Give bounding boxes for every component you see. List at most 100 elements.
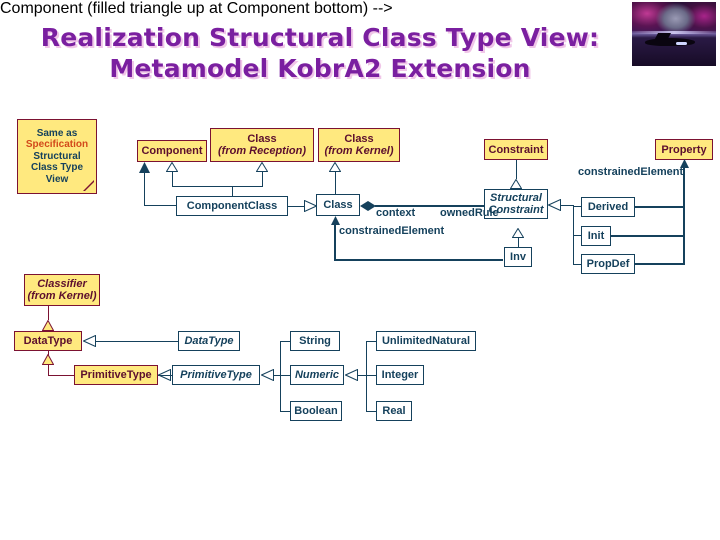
class-box-datatype-name: DataType (184, 335, 234, 347)
association-label-ownedrule: ownedRule (440, 207, 499, 219)
class-box-derived[interactable]: Derived (581, 197, 635, 217)
connector-init-property (611, 235, 684, 237)
connector-componentclass-reception-vertical (262, 172, 263, 187)
connector-constrainedelement-class-vertical (334, 224, 336, 261)
generalization-triangle-icon-classifier (42, 320, 54, 331)
class-box-component[interactable]: Component (137, 140, 207, 162)
class-box-class-from-kernel-name: Class (344, 133, 374, 145)
generalization-triangle-icon-structuralconstraint-subtypes (548, 199, 561, 211)
connector-componentclass-component-vertical (144, 173, 145, 206)
class-box-classifier-name: Classifier (37, 278, 87, 290)
ship-glow (675, 42, 688, 46)
connector-numeric-branch (280, 375, 291, 376)
class-box-property-name: Property (661, 143, 707, 156)
note-dogear-icon (84, 181, 95, 192)
class-box-primitivetype-metamodel[interactable]: PrimitiveType (74, 365, 158, 385)
filled-triangle-icon-component (139, 162, 150, 173)
class-box-primitivetype[interactable]: PrimitiveType (172, 365, 260, 385)
class-box-constraint[interactable]: Constraint (484, 139, 548, 160)
connector-datatype-realization (95, 341, 179, 342)
connector-primitivetype-datatype-horizontal (48, 375, 75, 376)
class-box-string-name: String (299, 335, 331, 347)
connector-real-branch (366, 411, 377, 412)
connector-integer-branch (366, 375, 377, 376)
ship-hull (644, 37, 697, 47)
generalization-triangle-icon-class-kernel (329, 162, 341, 172)
class-box-propdef-name: PropDef (586, 258, 630, 270)
class-box-integer-name: Integer (381, 369, 419, 381)
connector-subtypes-spine-entry (560, 205, 574, 206)
class-box-class-from-reception-qualifier: (from Reception) (218, 145, 306, 157)
class-box-datatype-metamodel-name: DataType (23, 335, 73, 347)
class-box-class[interactable]: Class (316, 194, 360, 216)
note-line-1: Same as (36, 127, 78, 139)
connector-componentclass-component-horizontal (144, 205, 177, 206)
class-box-init-name: Init (587, 230, 605, 242)
connector-string-branch (280, 341, 291, 342)
generalization-triangle-icon-class-from-componentclass (304, 200, 317, 212)
slide-title: Realization Structural Class Type View: … (40, 23, 600, 83)
horizon-band (632, 31, 716, 35)
class-box-class-name: Class (323, 199, 353, 211)
class-box-propdef[interactable]: PropDef (581, 254, 635, 274)
class-box-inv[interactable]: Inv (504, 247, 532, 267)
connector-primitivetype-realization (158, 375, 173, 376)
connector-inv-structuralconstraint-vertical (518, 238, 519, 248)
class-box-numeric-name: Numeric (294, 369, 340, 381)
connector-componentclass-gen-vertical-left (172, 172, 173, 187)
association-label-constrainedelement-lower: constrainedElement (339, 225, 445, 237)
class-box-classifier[interactable]: Classifier (from Kernel) (24, 274, 100, 306)
connector-constrainedelement-property-trunk (683, 167, 685, 265)
class-box-constraint-name: Constraint (488, 143, 544, 156)
connector-class-ownedrule-structuralconstraint (375, 205, 485, 207)
generalization-triangle-icon-primitivetype-subtypes (261, 369, 274, 381)
generalization-triangle-icon-structuralconstraint-inv (512, 228, 524, 238)
class-box-numeric[interactable]: Numeric (290, 365, 344, 385)
connector-unlimitednatural-branch (366, 341, 377, 342)
class-box-datatype-metamodel[interactable]: DataType (14, 331, 82, 351)
association-label-context: context (376, 207, 416, 219)
note-line-3: Structural (33, 150, 81, 162)
connector-componentclass-gen-horizontal (172, 186, 262, 187)
class-box-class-from-kernel[interactable]: Class (from Kernel) (318, 128, 400, 162)
generalization-triangle-icon-class-reception (256, 162, 268, 172)
generalization-triangle-icon-numeric-subtypes (345, 369, 358, 381)
class-box-datatype[interactable]: DataType (178, 331, 240, 351)
connector-structuralconstraint-constraint-vertical (516, 160, 517, 179)
connector-componentclass-class-horizontal (288, 206, 305, 207)
class-box-primitivetype-metamodel-name: PrimitiveType (80, 369, 152, 381)
class-box-unlimitednatural[interactable]: UnlimitedNatural (376, 331, 476, 351)
class-box-string[interactable]: String (290, 331, 340, 351)
class-box-componentclass[interactable]: ComponentClass (176, 196, 288, 216)
class-box-class-from-reception[interactable]: Class (from Reception) (210, 128, 314, 162)
connector-componentclass-gen-stem (232, 186, 233, 197)
class-box-class-from-kernel-qualifier: (from Kernel) (324, 145, 394, 157)
generalization-triangle-icon-datatype-mm (42, 354, 54, 365)
connector-propdef-branch (573, 264, 582, 265)
class-box-init[interactable]: Init (581, 226, 611, 246)
note-line-5: View (45, 173, 69, 185)
association-label-constrainedelement-upper: constrainedElement (578, 166, 684, 178)
class-box-class-from-reception-name: Class (247, 133, 277, 145)
connector-primitive-subtypes-spine (280, 341, 281, 411)
connector-class-kernel-vertical (335, 172, 336, 195)
connector-boolean-branch (280, 411, 291, 412)
class-box-classifier-qualifier: (from Kernel) (27, 290, 97, 302)
connector-primitivetype-datatype-stub (48, 351, 49, 355)
generalization-triangle-icon-component (166, 162, 178, 172)
connector-constrainedelement-class-horizontal (334, 259, 503, 261)
generalization-triangle-icon-constraint (510, 179, 522, 189)
composition-diamond-icon-class-context (360, 201, 376, 211)
generalization-triangle-icon-datatype-realization (83, 335, 96, 347)
class-box-boolean[interactable]: Boolean (290, 401, 342, 421)
class-box-property[interactable]: Property (655, 139, 713, 160)
class-box-integer[interactable]: Integer (376, 365, 424, 385)
class-box-real[interactable]: Real (376, 401, 412, 421)
class-box-primitivetype-name: PrimitiveType (180, 369, 252, 381)
class-box-component-name: Component (141, 145, 203, 157)
connector-propdef-property (635, 263, 684, 265)
connector-init-branch (573, 235, 582, 236)
note-line-2: Specification (25, 139, 89, 151)
note-same-as-specification: Same as Specification Structural Class T… (17, 119, 97, 194)
class-box-structural-constraint-name-line1: Structural (490, 192, 542, 204)
